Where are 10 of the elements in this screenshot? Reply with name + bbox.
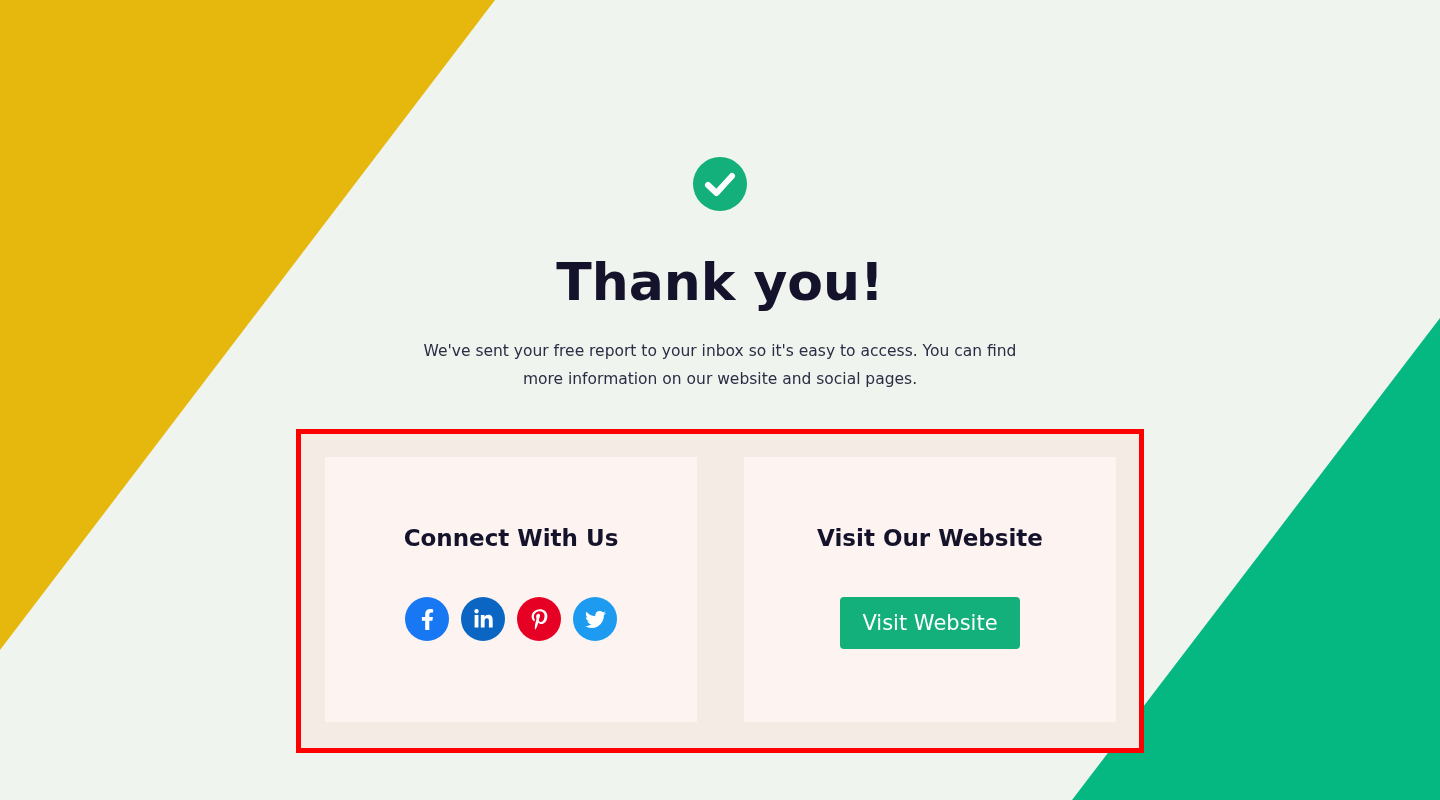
heading: Thank you! <box>556 251 884 314</box>
bird-icon[interactable] <box>573 597 617 642</box>
message: We've sent your free report to your inbox so it's easy to access. You can find more information on our website and social pages. <box>422 341 1018 391</box>
in-logo-icon[interactable] <box>461 597 505 642</box>
check-icon <box>693 157 747 211</box>
visit-website-button[interactable]: Visit Website <box>840 597 1020 650</box>
p-logo-icon[interactable] <box>517 597 561 642</box>
card-title: Connect With Us <box>403 525 619 552</box>
card-title: Visit Our Website <box>817 525 1043 552</box>
f-logo-icon[interactable] <box>405 597 449 642</box>
